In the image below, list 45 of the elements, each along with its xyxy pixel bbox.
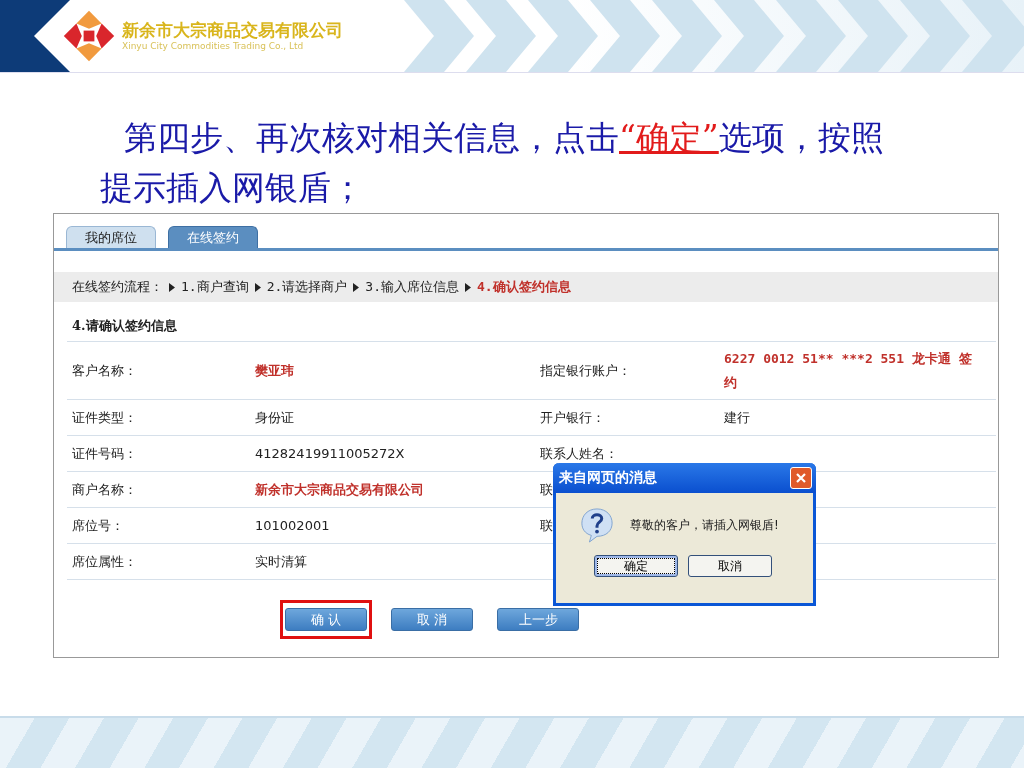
breadcrumb-step: 3.输入席位信息	[365, 278, 459, 296]
dialog-title: 来自网页的消息	[559, 469, 657, 487]
field-label: 开户银行：	[540, 408, 605, 427]
triangle-icon	[464, 282, 471, 292]
field-label: 证件类型：	[72, 408, 137, 427]
tab[interactable]: 我的席位	[66, 226, 156, 248]
tab[interactable]: 在线签约	[168, 226, 258, 248]
field-label: 证件号码：	[72, 444, 137, 463]
field-label: 席位属性：	[72, 552, 137, 571]
dialog-message: 尊敬的客户，请插入网银盾!	[630, 516, 779, 534]
field-value: 101002001	[255, 516, 330, 535]
field-value: 新余市大宗商品交易有限公司	[255, 480, 425, 499]
dialog-button[interactable]: 确定	[594, 555, 678, 577]
breadcrumb-label: 在线签约流程：	[72, 278, 163, 296]
field-label: 联	[540, 480, 553, 499]
breadcrumb-step: 2.请选择商户	[266, 278, 348, 296]
triangle-icon	[169, 282, 175, 292]
triangle-icon	[254, 282, 261, 292]
field-label: 指定银行账户：	[540, 361, 631, 380]
close-icon	[795, 472, 807, 484]
action-button[interactable]: 上一步	[497, 608, 579, 631]
question-icon	[580, 507, 614, 543]
field-label: 席位号：	[72, 516, 124, 535]
close-button[interactable]	[790, 467, 812, 489]
action-button[interactable]: 确 认	[285, 608, 367, 631]
chevron-drawing	[0, 0, 70, 72]
action-button[interactable]: 取 消	[391, 608, 473, 631]
field-value: 实时清算	[255, 552, 307, 571]
triangle-icon	[353, 282, 360, 292]
field-label: 商户名称：	[72, 480, 137, 499]
field-label: 联	[540, 516, 553, 535]
field-value: 樊亚玮	[255, 361, 295, 380]
field-label: 客户名称：	[72, 361, 137, 380]
field-value: 41282419911005272X	[255, 444, 405, 463]
field-label: 联系人姓名：	[540, 444, 618, 463]
breadcrumb-step: 4.确认签约信息	[476, 278, 571, 296]
logo-icon	[62, 9, 116, 63]
field-value: 6227 0012 51** ***2 551 龙卡通 签约	[724, 349, 973, 392]
field-value: 建行	[724, 408, 751, 427]
section-title: 4.请确认签约信息	[71, 317, 178, 335]
breadcrumb-step: 1.商户查询	[181, 278, 249, 296]
dialog-button[interactable]: 取消	[688, 555, 772, 577]
company-name-english: Xinyu City Commodities Trading Co., Ltd	[122, 40, 305, 52]
company-name: 新余市大宗商品交易有限公司	[122, 20, 344, 40]
field-value: 身份证	[255, 408, 294, 427]
